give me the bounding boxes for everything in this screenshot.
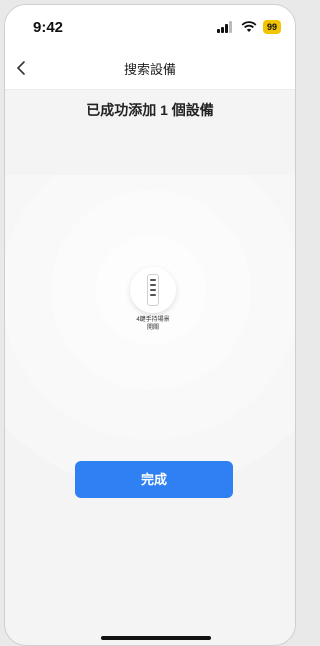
status-time: 9:42 (33, 19, 64, 36)
status-icons: 99 (216, 20, 281, 34)
device-name: 4鍵手持場景 開關 (105, 316, 201, 332)
status-bar: 9:42 99 (5, 5, 295, 49)
device-name-line2: 開關 (146, 325, 159, 331)
phone-screen: 9:42 99 搜索設備 已成功添加 1 個設備 4鍵手持場景 開關 完成 (4, 4, 296, 646)
device-name-line1: 4鍵手持場景 (136, 317, 170, 323)
remote-control-icon (147, 274, 159, 306)
device-card[interactable] (130, 267, 176, 313)
signal-icon (216, 21, 235, 33)
wifi-icon (241, 21, 257, 32)
done-button[interactable]: 完成 (75, 461, 233, 498)
battery-indicator: 99 (262, 20, 281, 34)
page-title: 搜索設備 (123, 62, 176, 77)
home-indicator (101, 636, 211, 640)
nav-bar: 搜索設備 (5, 49, 295, 90)
result-headline: 已成功添加 1 個設備 (86, 102, 214, 118)
